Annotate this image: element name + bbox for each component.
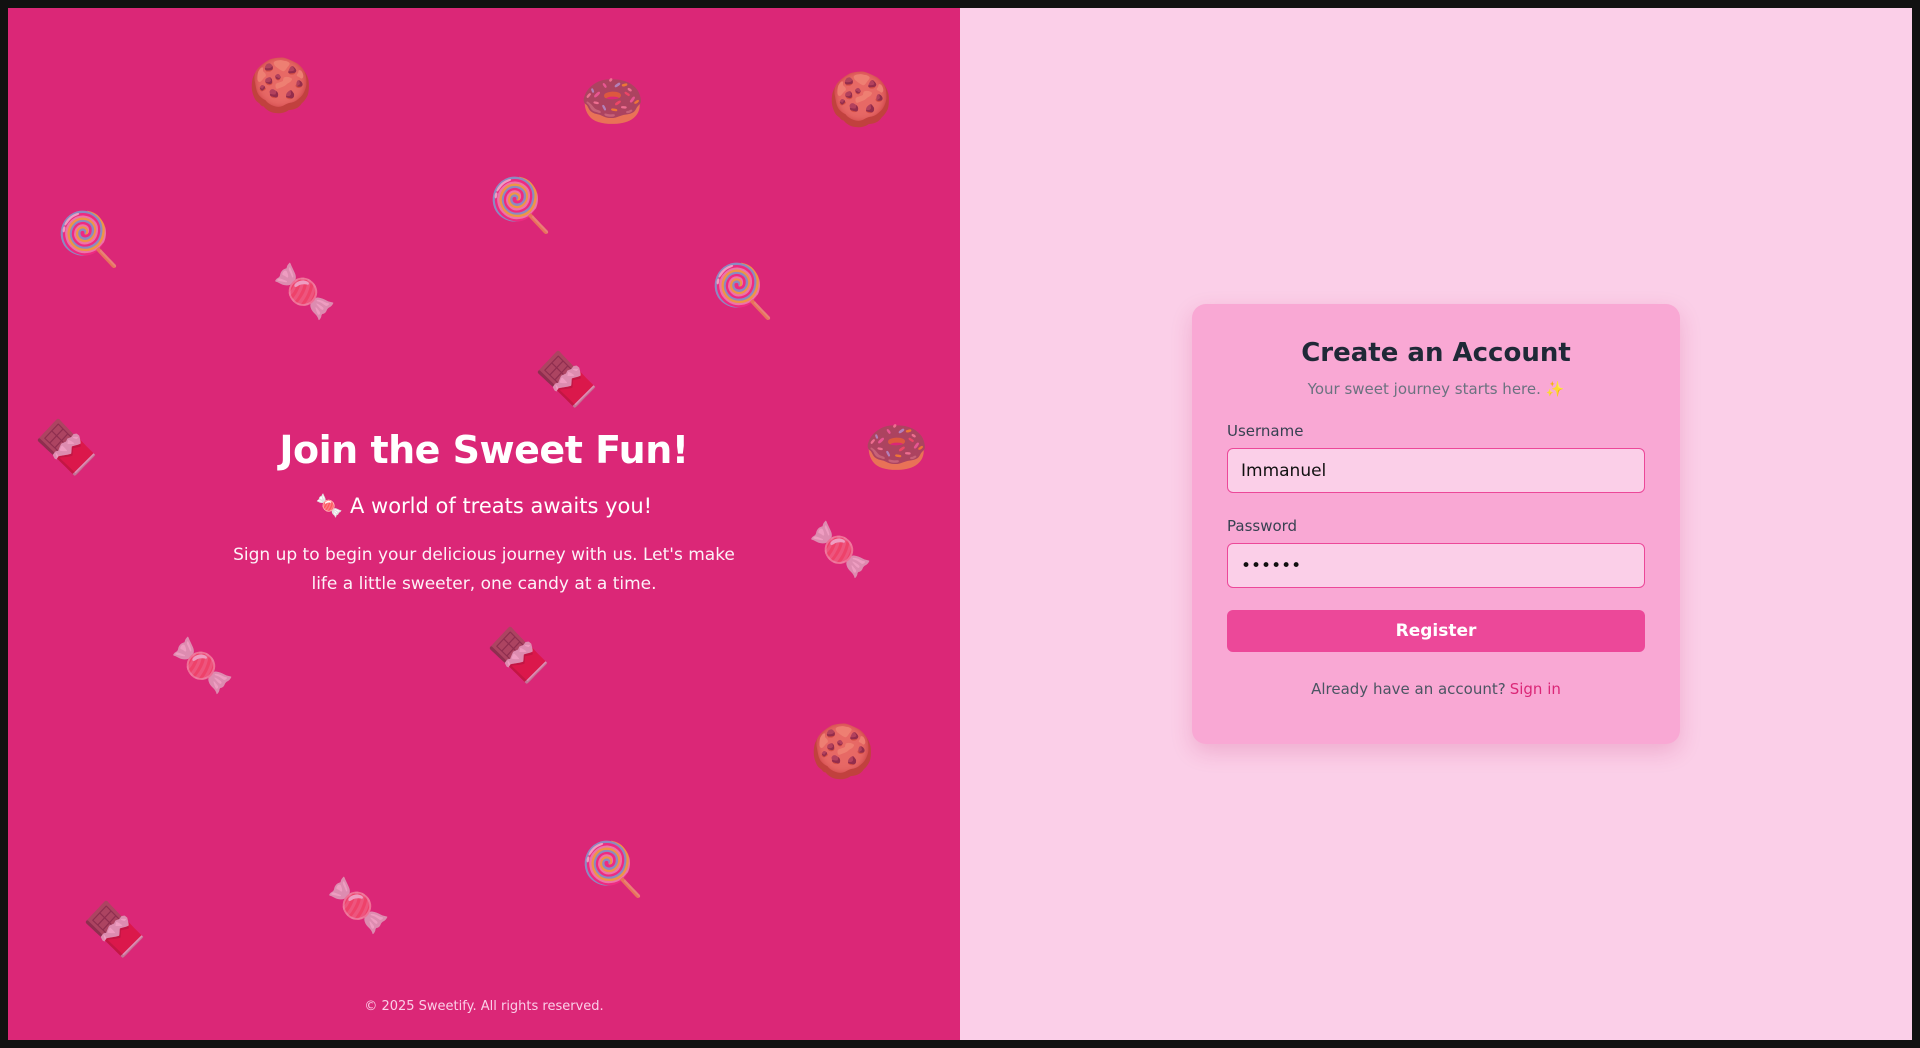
hero-panel: 🍪 🍩 🍪 🍭 🍭 🍬 🍭 🍫 🍫 🍩 🍬 🍬 🍫 🍪 🍭 🍫 🍬 Join t… [8, 8, 960, 1040]
username-input[interactable] [1227, 448, 1645, 493]
cookie-icon: 🍪 [828, 70, 893, 130]
copyright-footer: © 2025 Sweetify. All rights reserved. [364, 999, 604, 1014]
password-label: Password [1227, 517, 1298, 535]
password-input[interactable] [1227, 543, 1645, 588]
hero-description: Sign up to begin your delicious journey … [233, 545, 735, 594]
username-label: Username [1227, 422, 1304, 440]
cookie-icon: 🍪 [248, 56, 313, 116]
lollipop-icon: 🍭 [710, 262, 775, 322]
signin-row: Already have an account? Sign in [1227, 680, 1645, 698]
register-button[interactable]: Register [1227, 610, 1645, 652]
card-title: Create an Account [1301, 338, 1571, 368]
app-window: 🍪 🍩 🍪 🍭 🍭 🍬 🍭 🍫 🍫 🍩 🍬 🍬 🍫 🍪 🍭 🍫 🍬 Join t… [8, 8, 1912, 1040]
chocolate-bar-icon: 🍫 [534, 350, 599, 410]
register-card: Create an Account Your sweet journey sta… [1192, 304, 1680, 744]
candy-icon: 🍬 [326, 876, 391, 936]
lollipop-icon: 🍭 [56, 210, 121, 270]
chocolate-bar-icon: 🍫 [486, 626, 551, 686]
chocolate-bar-icon: 🍫 [82, 900, 147, 960]
card-subtitle: Your sweet journey starts here. ✨ [1307, 380, 1565, 398]
signin-link[interactable]: Sign in [1510, 680, 1561, 698]
candy-icon: 🍬 [170, 636, 235, 696]
donut-icon: 🍩 [580, 72, 645, 132]
cookie-icon: 🍪 [810, 722, 875, 782]
lollipop-icon: 🍭 [488, 176, 553, 236]
hero-title: Join the Sweet Fun! [279, 428, 689, 472]
candy-icon: 🍬 [272, 262, 337, 322]
hero-content: Join the Sweet Fun! 🍬 A world of treats … [8, 428, 960, 599]
lollipop-icon: 🍭 [580, 840, 645, 900]
hero-tagline: 🍬 A world of treats awaits you! [8, 494, 960, 519]
form-panel: Create an Account Your sweet journey sta… [960, 8, 1912, 1040]
signin-prompt: Already have an account? [1311, 680, 1506, 698]
candy-icon: 🍬 [315, 494, 344, 519]
hero-tagline-text: A world of treats awaits you! [349, 494, 653, 518]
